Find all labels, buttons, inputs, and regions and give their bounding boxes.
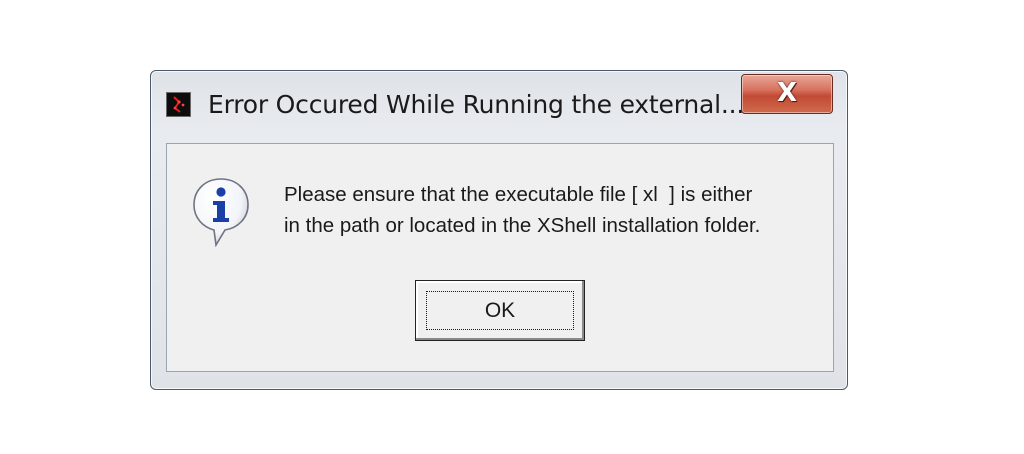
dialog-body: Please ensure that the executable file […: [166, 143, 834, 372]
error-message: Please ensure that the executable file […: [284, 183, 761, 237]
ok-button[interactable]: OK: [415, 280, 585, 341]
information-icon: [192, 177, 250, 248]
window-title: Error Occured While Running the external…: [208, 90, 745, 119]
error-dialog-window: Error Occured While Running the external…: [150, 70, 848, 390]
title-bar[interactable]: Error Occured While Running the external…: [151, 71, 847, 141]
ok-button-label: OK: [484, 299, 516, 322]
app-icon: [166, 92, 191, 117]
close-icon: X: [776, 78, 798, 108]
close-button[interactable]: X: [741, 74, 833, 114]
